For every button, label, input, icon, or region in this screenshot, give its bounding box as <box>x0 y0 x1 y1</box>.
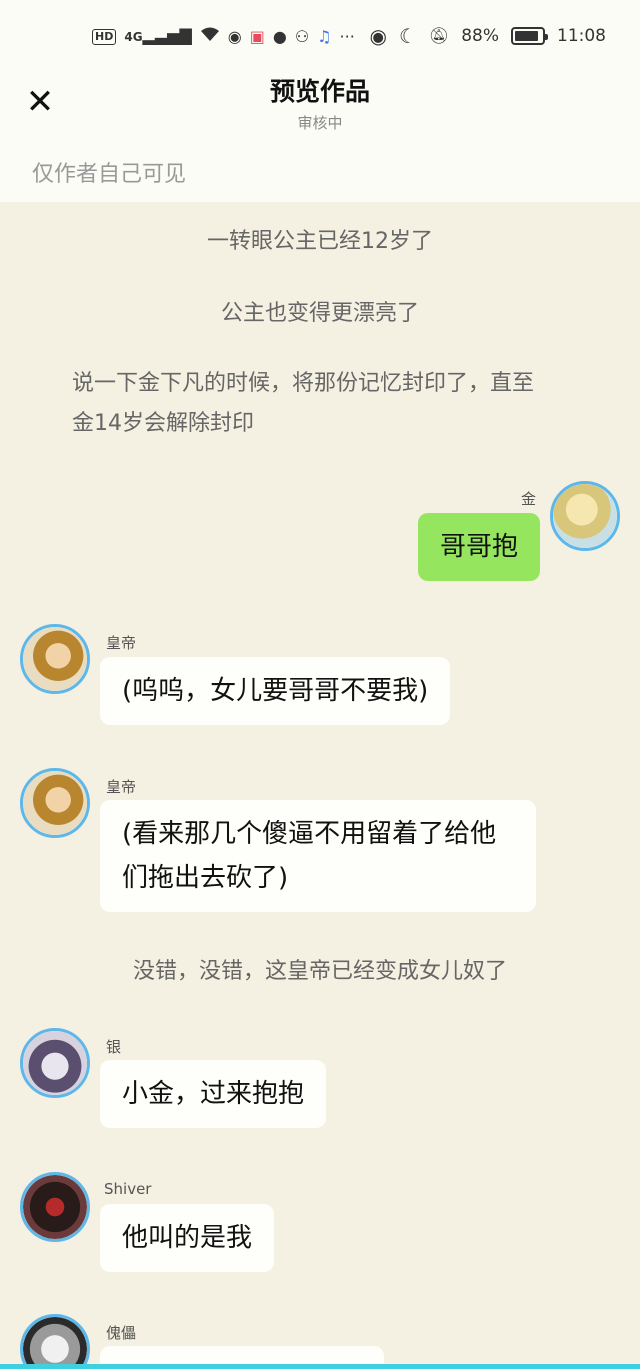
avatar-image <box>23 627 87 691</box>
message-bubble[interactable]: 小金，过来抱抱 <box>100 1060 327 1128</box>
sender-name: Shiver <box>104 1180 152 1198</box>
avatar[interactable] <box>20 1314 90 1364</box>
message-bubble[interactable] <box>100 1346 384 1364</box>
sender-name: 皇帝 <box>106 778 137 796</box>
status-left-icons: HD 4G▂▃▅▇ ◉ ▣ ● ⚇ ♫ ··· <box>92 26 355 47</box>
message-icon: ● <box>272 26 287 46</box>
visibility-note: 仅作者自己可见 <box>32 162 187 187</box>
sender-name: 金 <box>520 490 536 508</box>
message-bubble[interactable]: (呜呜，女儿要哥哥不要我) <box>100 657 451 725</box>
music-icon: ♫ <box>317 26 332 46</box>
wifi-icon <box>200 26 220 47</box>
status-bar: HD 4G▂▃▅▇ ◉ ▣ ● ⚇ ♫ ··· ◉ ☾ 🔕︎ 88% 11:08 <box>0 0 640 64</box>
narration-text: 说一下金下凡的时候，将那份记忆封印了，直至金14岁会解除封印 <box>72 371 535 436</box>
avatar[interactable] <box>20 1172 90 1242</box>
wechat-icon: ⚇ <box>294 26 310 46</box>
narration-text: 公主也变得更漂亮了 <box>220 301 419 326</box>
page-subtitle: 审核中 <box>297 114 343 132</box>
bottom-accent-bar <box>0 1364 640 1369</box>
signal-icon: 4G▂▃▅▇ <box>124 26 192 45</box>
sender-name: 皇帝 <box>106 634 137 652</box>
battery-percent: 88% <box>461 26 499 46</box>
avatar[interactable] <box>20 768 90 838</box>
avatar-image <box>23 1031 87 1095</box>
sender-name: 傀儡 <box>106 1324 137 1342</box>
narration-text: 一转眼公主已经12岁了 <box>207 229 433 254</box>
narration-text: 没错，没错，这皇帝已经变成女儿奴了 <box>132 959 507 984</box>
mute-bell-icon: 🔕︎ <box>428 26 450 45</box>
avatar-image <box>23 771 87 835</box>
clock: 11:08 <box>557 26 606 46</box>
header: ✕ 预览作品 审核中 仅作者自己可见 <box>0 64 640 202</box>
page-title: 预览作品 <box>269 77 370 106</box>
story-content[interactable]: 一转眼公主已经12岁了 公主也变得更漂亮了 说一下金下凡的时候，将那份记忆封印了… <box>0 202 640 1364</box>
status-right-icons: ◉ ☾ 🔕︎ 88% 11:08 <box>370 26 607 46</box>
avatar[interactable] <box>20 624 90 694</box>
avatar[interactable] <box>550 481 620 551</box>
notes-icon: ▣ <box>249 26 265 46</box>
moon-icon: ☾ <box>398 24 417 48</box>
sender-name: 银 <box>106 1038 122 1056</box>
avatar-image <box>553 484 617 548</box>
message-bubble[interactable]: 哥哥抱 <box>417 513 540 581</box>
avatar-image <box>23 1317 87 1364</box>
hd-icon: HD <box>92 28 117 45</box>
eye-icon: ◉ <box>369 24 387 48</box>
more-icon: ··· <box>339 26 355 46</box>
app-icon: ◉ <box>227 26 242 46</box>
avatar[interactable] <box>20 1028 90 1098</box>
battery-level <box>515 31 538 41</box>
battery-icon <box>511 27 548 45</box>
avatar-image <box>23 1175 87 1239</box>
message-bubble[interactable]: 他叫的是我 <box>100 1204 275 1272</box>
message-bubble[interactable]: (看来那几个傻逼不用留着了给他们拖出去砍了) <box>100 800 536 912</box>
